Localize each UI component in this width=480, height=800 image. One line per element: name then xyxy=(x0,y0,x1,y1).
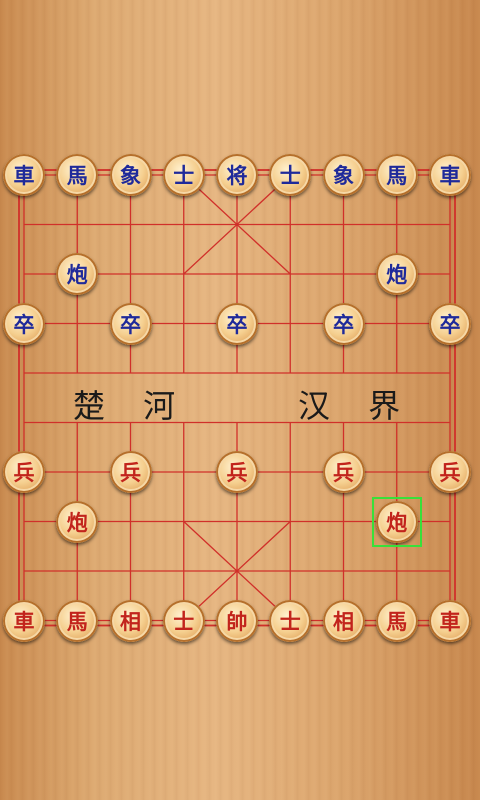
piece-r-advisor-r[interactable]: 士 xyxy=(269,599,312,642)
selection-highlight xyxy=(371,496,422,547)
piece-r-soldier-5[interactable]: 兵 xyxy=(429,451,471,493)
piece-r-cannon-l[interactable]: 炮 xyxy=(56,500,99,543)
piece-r-horse-r[interactable]: 馬 xyxy=(375,599,418,642)
piece-r-soldier-1[interactable]: 兵 xyxy=(3,451,45,493)
piece-b-soldier-3[interactable]: 卒 xyxy=(216,302,258,345)
piece-r-chariot-l[interactable]: 車 xyxy=(3,599,45,642)
piece-b-advisor-l[interactable]: 士 xyxy=(162,154,205,196)
piece-r-elephant-r[interactable]: 相 xyxy=(322,599,365,642)
piece-r-advisor-l[interactable]: 士 xyxy=(162,599,205,642)
piece-b-soldier-4[interactable]: 卒 xyxy=(322,302,365,345)
piece-r-horse-l[interactable]: 馬 xyxy=(56,599,99,642)
piece-b-chariot-r[interactable]: 車 xyxy=(429,154,471,196)
piece-r-soldier-4[interactable]: 兵 xyxy=(322,451,365,493)
piece-b-advisor-r[interactable]: 士 xyxy=(269,154,312,196)
piece-b-soldier-2[interactable]: 卒 xyxy=(109,302,152,345)
piece-r-elephant-l[interactable]: 相 xyxy=(109,599,152,642)
piece-b-horse-l[interactable]: 馬 xyxy=(56,154,99,196)
piece-b-cannon-r[interactable]: 炮 xyxy=(375,253,418,295)
piece-b-horse-r[interactable]: 馬 xyxy=(375,154,418,196)
piece-r-soldier-2[interactable]: 兵 xyxy=(109,451,152,493)
piece-b-soldier-1[interactable]: 卒 xyxy=(3,302,45,345)
piece-b-elephant-r[interactable]: 象 xyxy=(322,154,365,196)
piece-b-elephant-l[interactable]: 象 xyxy=(109,154,152,196)
river-label-chu-he: 楚 河 xyxy=(73,387,190,425)
piece-b-chariot-l[interactable]: 車 xyxy=(3,154,45,196)
piece-b-soldier-5[interactable]: 卒 xyxy=(429,302,471,345)
piece-b-cannon-l[interactable]: 炮 xyxy=(56,253,99,295)
river-label-han-jie: 汉 界 xyxy=(298,387,415,425)
piece-r-chariot-r[interactable]: 車 xyxy=(429,599,471,642)
piece-b-general[interactable]: 将 xyxy=(216,154,258,196)
piece-r-soldier-3[interactable]: 兵 xyxy=(216,451,258,493)
piece-r-general[interactable]: 帥 xyxy=(216,599,258,642)
